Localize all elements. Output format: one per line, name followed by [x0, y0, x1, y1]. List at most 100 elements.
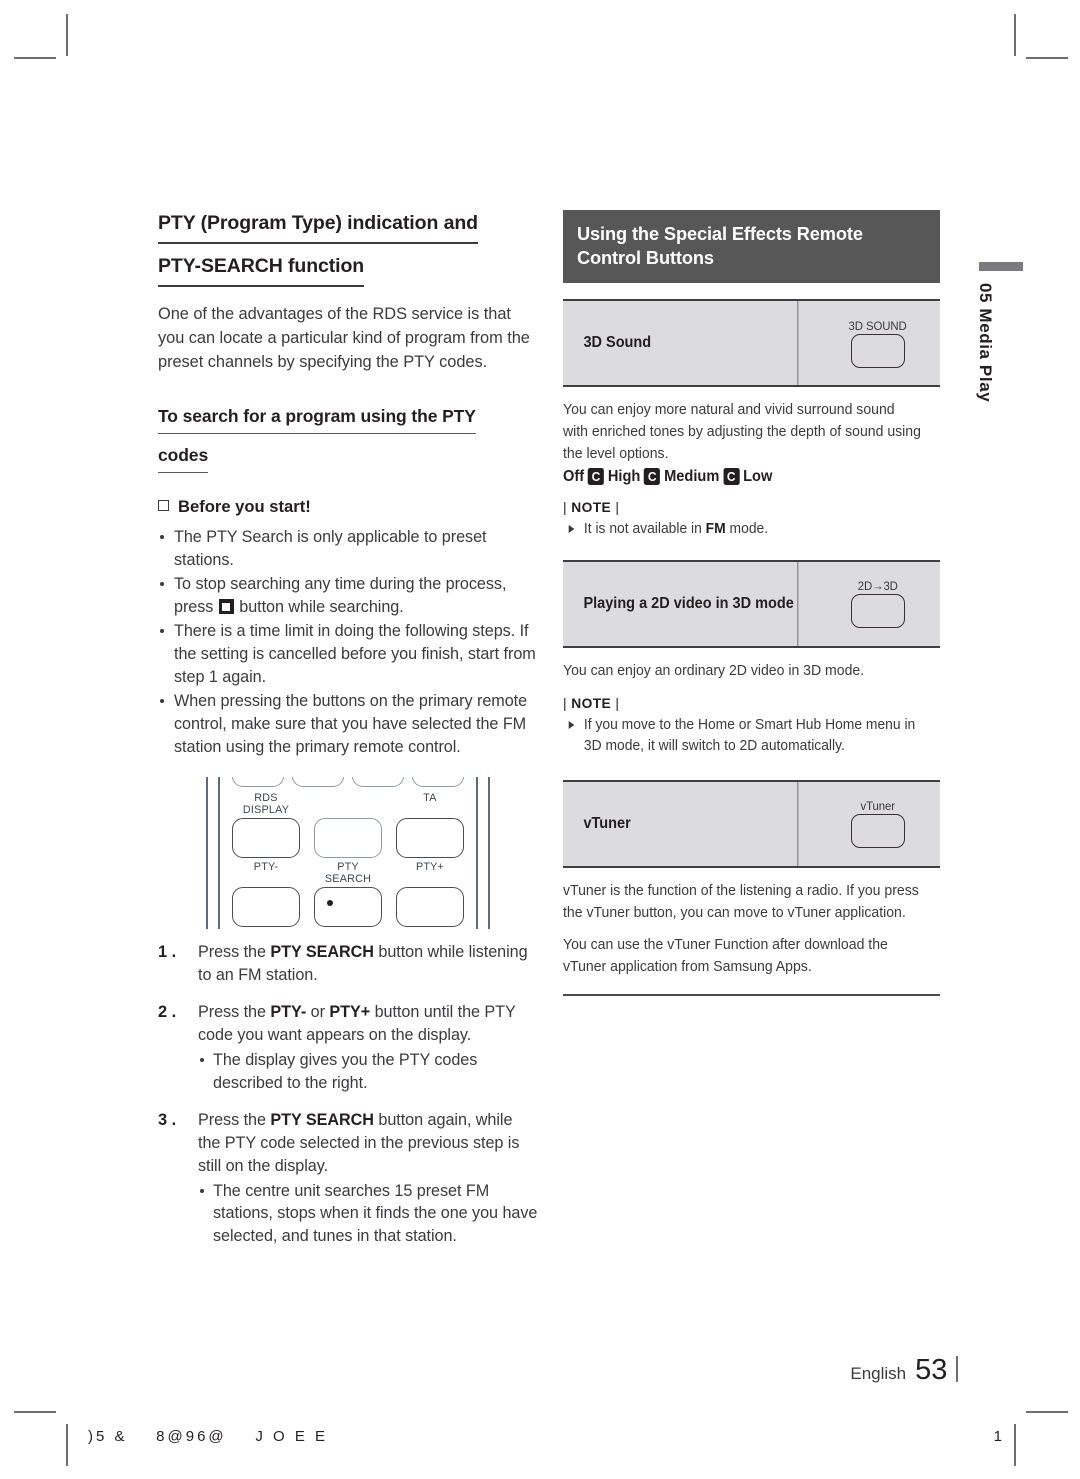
footer-language: English: [850, 1364, 907, 1383]
note-bar-left: |: [563, 499, 567, 515]
remote-label-pty-minus: PTY-: [253, 861, 279, 874]
note-label: NOTE: [571, 499, 612, 515]
step-3: 3 . Press the PTY SEARCH button again, w…: [158, 1109, 538, 1248]
remote-body-edge-left-inner: [218, 777, 220, 930]
step-text-pre: Press the: [198, 1110, 271, 1129]
remote-button-grid: RDS DISPLAY TA PTY- PTY SEARCH PTY+: [232, 777, 464, 929]
note-heading: | NOTE |: [563, 500, 940, 515]
footer-page-number: 53: [915, 1354, 948, 1386]
section-banner: Using the Special Effects Remote Control…: [563, 210, 940, 284]
feature-table-vtuner: vTuner vTuner: [563, 779, 940, 868]
button-indicator-dot-icon: [327, 900, 333, 907]
bullet-text-post: button while searching.: [239, 598, 404, 617]
section-subtitle-line1: To search for a program using the PTY: [158, 402, 476, 435]
remote-label-pty-plus: PTY+: [415, 861, 445, 874]
remote-body-edge-right-outer: [488, 777, 490, 930]
left-column: PTY (Program Type) indication and PTY-SE…: [158, 208, 538, 1262]
list-item: When pressing the buttons on the primary…: [158, 690, 538, 759]
option-high: High: [607, 467, 641, 485]
feature-key-cell: vTuner: [816, 782, 940, 866]
feature-table-2d-to-3d: Playing a 2D video in 3D mode 2D→3D: [563, 559, 940, 648]
arrow-badge-icon: C: [644, 468, 661, 486]
remote-control-diagram: RDS DISPLAY TA PTY- PTY SEARCH PTY+: [202, 777, 494, 930]
step-text-pre: Press the: [198, 943, 271, 962]
remote-body-edge-right-inner: [476, 777, 478, 930]
feature-description: You can enjoy an ordinary 2D video in 3D…: [563, 662, 865, 679]
note-item: If you move to the Home or Smart Hub Hom…: [563, 715, 921, 758]
feature-description: vTuner is the function of the listening …: [563, 882, 919, 921]
stop-button-icon: [218, 599, 234, 615]
key-caption: 3D SOUND: [848, 318, 908, 333]
remote-body-edge-left-outer: [206, 777, 208, 930]
step-keyword: PTY SEARCH: [270, 943, 374, 962]
chapter-side-tab: 05 Media Play: [975, 262, 1029, 402]
square-marker-icon: [158, 500, 169, 512]
remote-button-pty-minus[interactable]: [232, 887, 300, 928]
page-title: PTY (Program Type) indication and PTY-SE…: [158, 208, 538, 288]
option-off: Off: [563, 467, 585, 485]
step-text: Press the PTY SEARCH button again, while…: [198, 1109, 538, 1248]
option-low: Low: [743, 467, 773, 485]
remote-button-pty-plus[interactable]: [396, 887, 464, 928]
sheet-number: 1: [993, 1428, 1002, 1445]
remote-button-ta[interactable]: [396, 818, 464, 859]
step-number: 1 .: [158, 943, 177, 962]
remote-label-pty-search: PTY SEARCH: [324, 861, 372, 886]
remote-button[interactable]: [292, 777, 344, 788]
feature-key-cell: 2D→3D: [816, 562, 940, 646]
step-2: 2 . Press the PTY- or PTY+ button until …: [158, 1001, 538, 1094]
option-medium: Medium: [664, 467, 720, 485]
right-column: Using the Special Effects Remote Control…: [563, 210, 940, 997]
remote-button[interactable]: [232, 777, 284, 788]
remote-button-row-bottom: [232, 887, 464, 928]
section-subtitle: To search for a program using the PTY co…: [158, 402, 538, 474]
note-text-pre: It is not available in: [583, 520, 706, 537]
note-item: It is not available in FM mode.: [563, 519, 921, 540]
before-you-start-label: Before you start!: [178, 497, 311, 517]
level-options: Off C High C Medium C Low: [563, 468, 921, 486]
crop-mark-bottom-right-horizontal: [1026, 1411, 1068, 1413]
remote-button[interactable]: [412, 777, 464, 788]
remote-button-row-top: [232, 777, 464, 788]
list-item: The PTY Search is only applicable to pre…: [158, 526, 538, 572]
step-keyword: PTY SEARCH: [270, 1110, 374, 1129]
arrow-badge-icon: C: [587, 468, 605, 486]
feature-name: 3D Sound: [563, 301, 799, 386]
step-keyword: PTY-: [270, 1003, 307, 1022]
step-sub-list: The centre unit searches 15 preset FM st…: [198, 1180, 538, 1248]
remote-button-pty-search[interactable]: [314, 887, 382, 928]
crop-mark-bottom-left-horizontal: [14, 1411, 56, 1413]
remote-button[interactable]: [352, 777, 404, 788]
list-item: There is a time limit in doing the follo…: [158, 620, 538, 689]
step-text-pre: Press the: [198, 1003, 271, 1022]
chapter-tab-mark: [979, 262, 1023, 271]
remote-key-icon: [851, 594, 905, 629]
step-sub-list: The display gives you the PTY codes desc…: [198, 1049, 538, 1094]
list-item: The display gives you the PTY codes desc…: [198, 1049, 538, 1094]
remote-button-row-middle: [232, 818, 464, 859]
remote-label-row-1: RDS DISPLAY TA: [232, 792, 464, 816]
feature-name: vTuner: [563, 781, 799, 866]
intro-paragraph: One of the advantages of the RDS service…: [158, 305, 530, 371]
feature-key-cell: 3D SOUND: [816, 301, 940, 385]
feature-description-2: You can use the vTuner Function after do…: [563, 937, 888, 976]
remote-button-rds-display[interactable]: [232, 818, 300, 859]
page-title-line1: PTY (Program Type) indication and: [158, 208, 478, 245]
crop-mark-bottom-right-vertical: [1014, 1424, 1016, 1466]
print-code: )5 & 8@96@ J O E E: [88, 1428, 329, 1445]
crop-mark-top-right-horizontal: [1026, 57, 1068, 59]
step-number: 2 .: [158, 1003, 177, 1022]
feature-name: Playing a 2D video in 3D mode: [563, 561, 799, 646]
remote-label-rds-display: RDS DISPLAY: [242, 792, 290, 817]
section-banner-line2: Control Buttons: [577, 248, 714, 269]
section-divider: [563, 994, 940, 997]
chapter-tab-label: 05 Media Play: [976, 283, 995, 403]
crop-mark-bottom-left-vertical: [66, 1424, 68, 1466]
remote-key-icon: [851, 333, 905, 368]
remote-button-center[interactable]: [314, 818, 382, 859]
remote-label-ta: TA: [423, 792, 437, 805]
feature-description: You can enjoy more natural and vivid sur…: [563, 402, 921, 463]
footer-rule: [956, 1356, 958, 1382]
remote-key-icon: [851, 814, 905, 849]
note-keyword: FM: [705, 520, 726, 537]
